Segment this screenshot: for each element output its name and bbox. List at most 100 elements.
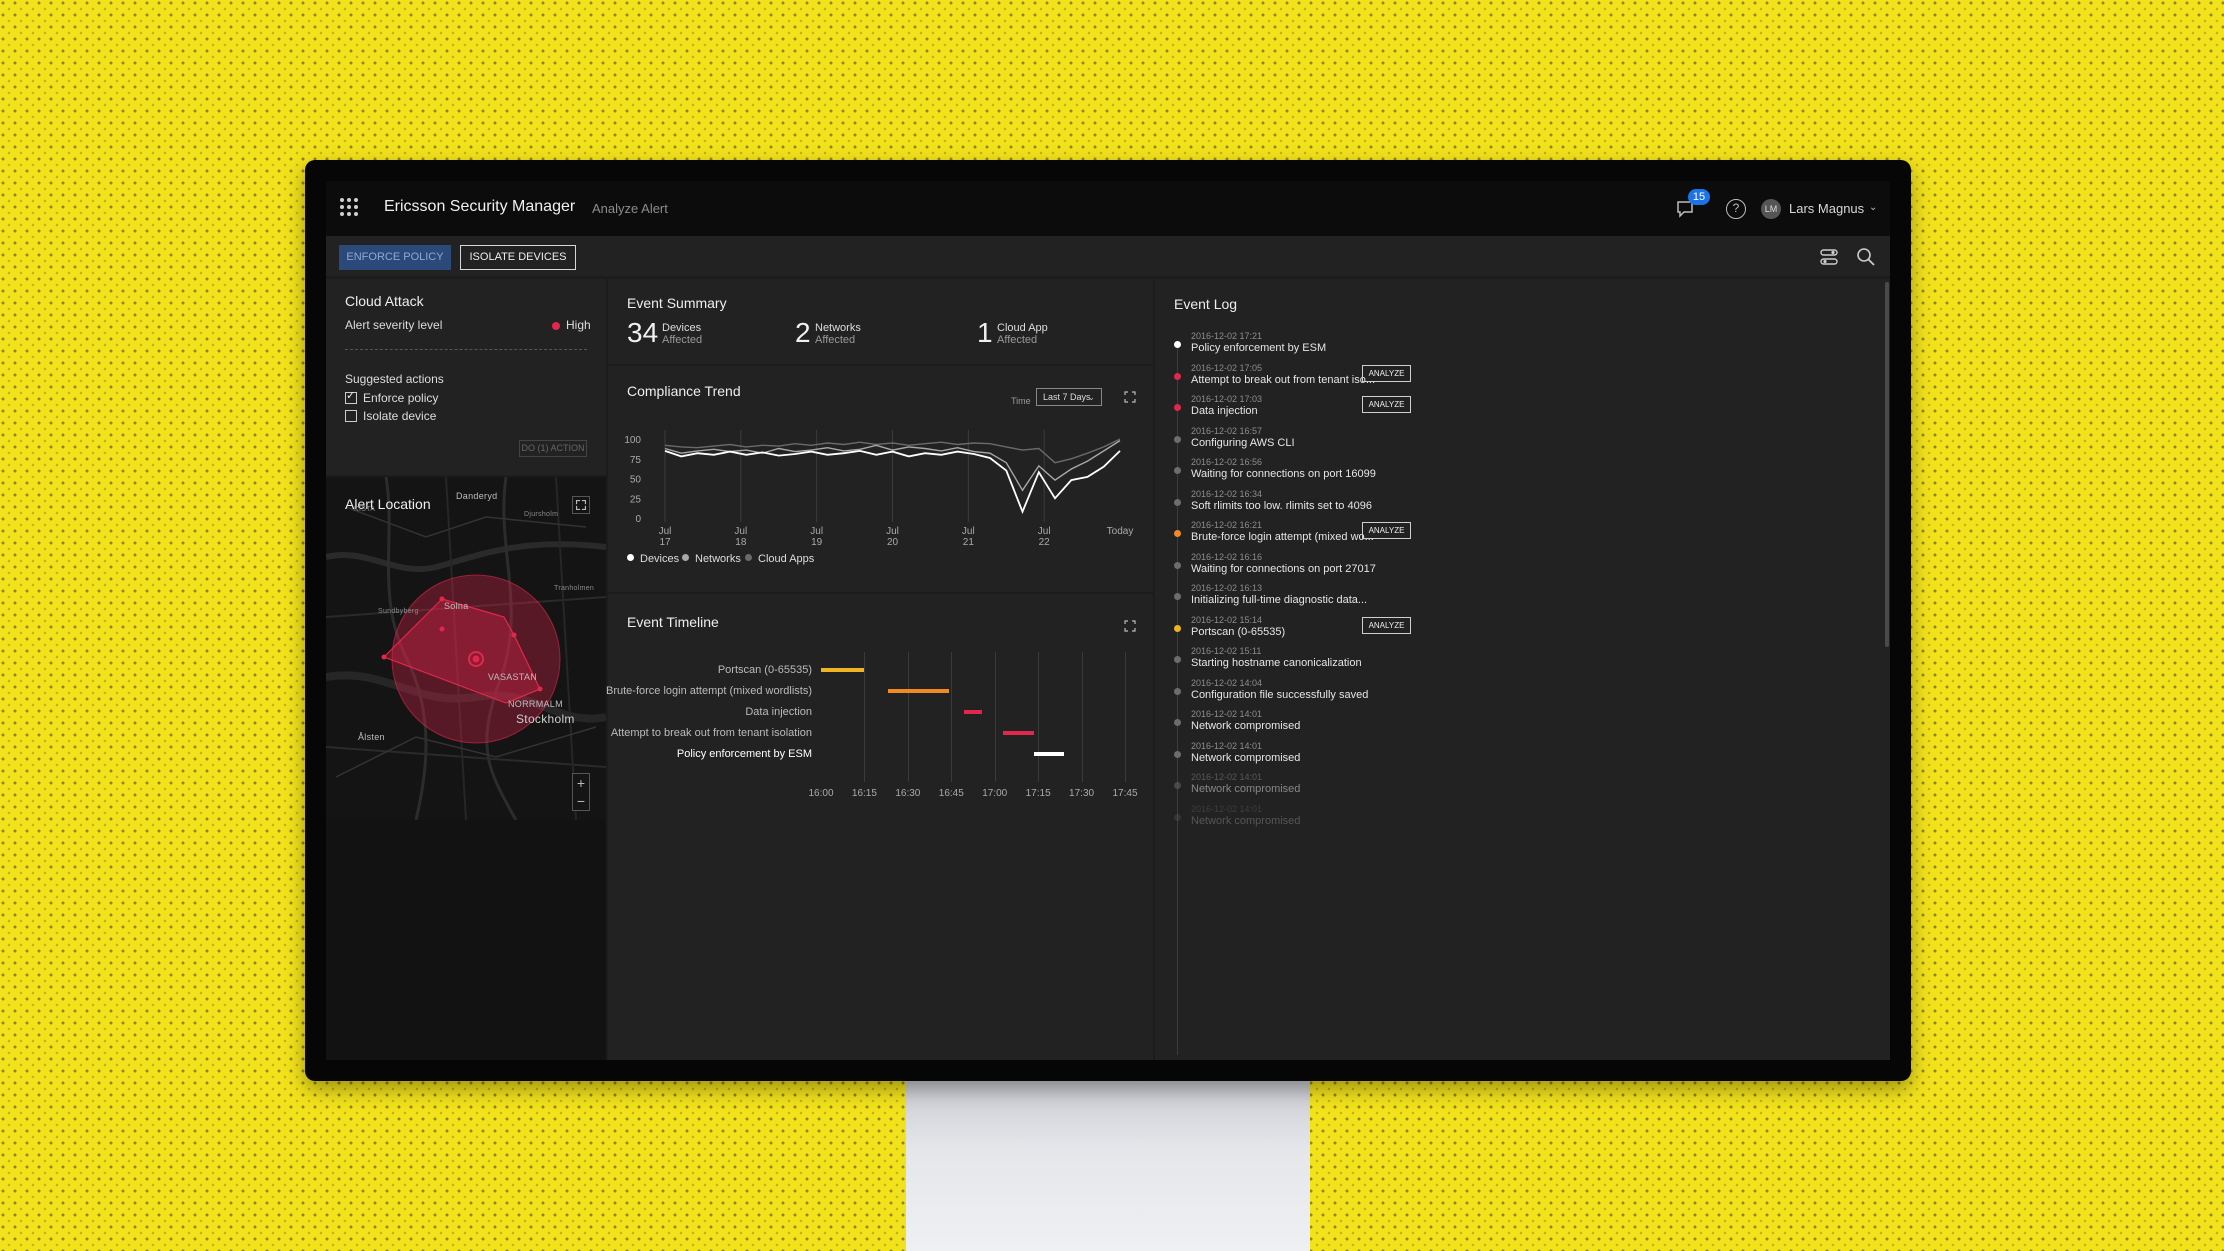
map-expand-icon[interactable]	[572, 496, 590, 514]
devices-label: Devices	[662, 322, 702, 334]
log-entry[interactable]: 2016-12-02 14:04 Configuration file succe…	[1155, 678, 1425, 710]
timeline-event-bar[interactable]	[1033, 752, 1065, 756]
isolate-devices-button[interactable]: ISOLATE DEVICES	[460, 245, 576, 270]
map-label-kista: KISTA	[354, 506, 376, 513]
action-bar: ENFORCE POLICY ISOLATE DEVICES	[326, 236, 1890, 276]
networks-count: 2	[795, 317, 811, 348]
filter-toggle-icon[interactable]	[1819, 248, 1839, 266]
enforce-policy-checkbox[interactable]	[345, 389, 357, 404]
timeline-event-label[interactable]: Data injection	[745, 706, 812, 718]
log-entry[interactable]: 2016-12-02 14:01 Network compromised	[1155, 709, 1425, 741]
isolate-device-label: Isolate device	[363, 409, 437, 423]
y-tick-label: 25	[630, 494, 642, 505]
legend-item[interactable]: Networks	[682, 553, 741, 565]
log-entry-message: Data injection	[1191, 405, 1258, 417]
log-entry-dot	[1174, 372, 1181, 380]
notification-badge: 15	[1688, 189, 1710, 205]
event-log-scrollbar[interactable]	[1885, 282, 1889, 647]
legend-dot	[627, 554, 634, 561]
log-entry[interactable]: 2016-12-02 14:01 Network compromised	[1155, 772, 1425, 804]
legend-item[interactable]: Cloud Apps	[745, 553, 814, 565]
timeline-event-bar[interactable]	[1003, 731, 1034, 735]
log-entry-dot	[1174, 593, 1181, 600]
timeline-event-label[interactable]: Policy enforcement by ESM	[677, 748, 812, 760]
y-tick-label: 75	[630, 455, 642, 466]
x-tick-label: Jul 19	[810, 526, 823, 548]
zoom-out-button[interactable]: −	[573, 792, 589, 810]
log-entry-timestamp: 2016-12-02 14:01	[1191, 803, 1263, 814]
log-entry[interactable]: 2016-12-02 17:05 Attempt to break out fro…	[1155, 363, 1425, 395]
legend-dot	[682, 554, 689, 561]
log-entry-dot	[1174, 561, 1181, 569]
log-entry-timestamp: 2016-12-02 16:13	[1191, 583, 1263, 593]
x-tick-label: Jul 17	[659, 526, 672, 548]
map-label-alsten: Ålsten	[358, 732, 385, 742]
log-entry[interactable]: 2016-12-02 16:16 Waiting for connections …	[1155, 552, 1425, 584]
timeline-event-label[interactable]: Attempt to break out from tenant isolati…	[611, 727, 812, 739]
log-entry[interactable]: 2016-12-02 16:21 Brute-force login attemp…	[1155, 520, 1425, 552]
log-entry-dot	[1174, 687, 1181, 695]
log-entry-timestamp: 2016-12-02 14:01	[1191, 740, 1263, 751]
map-label-djursholm: Djursholm	[524, 511, 559, 518]
log-entry[interactable]: 2016-12-02 16:56 Waiting for connections …	[1155, 457, 1425, 489]
timeline-event-label[interactable]: Portscan (0-65535)	[718, 664, 812, 676]
cloud-app-label: Cloud App	[997, 322, 1048, 334]
map-label-sundbyberg: Sundbyberg	[378, 608, 419, 615]
log-entry[interactable]: 2016-12-02 17:03 Data injection ANALYZE	[1155, 394, 1425, 426]
search-icon[interactable]	[1856, 247, 1876, 267]
log-entry[interactable]: 2016-12-02 15:14 Portscan (0-65535) ANALYZ…	[1155, 615, 1425, 647]
timeline-tick-label: 16:15	[851, 788, 877, 799]
log-entry-message: Network compromised	[1191, 751, 1301, 764]
log-entry-message: Network compromised	[1191, 814, 1301, 827]
timeline-event-bar[interactable]	[963, 710, 983, 714]
analyze-button[interactable]: ANALYZE	[1362, 396, 1411, 413]
x-tick-label: Jul 18	[734, 526, 747, 548]
log-entry-dot	[1174, 813, 1181, 821]
enforce-policy-button[interactable]: ENFORCE POLICY	[339, 245, 451, 270]
log-entry-timestamp: 2016-12-02 16:57	[1191, 425, 1263, 436]
log-entry[interactable]: 2016-12-02 16:13 Initializing full-time d…	[1155, 583, 1425, 615]
map-label-danderyd: Danderyd	[456, 491, 498, 501]
log-entry[interactable]: 2016-12-02 16:57 Configuring AWS CLI	[1155, 426, 1425, 458]
log-entry[interactable]: 2016-12-02 17:21 Policy enforcement by ES…	[1155, 331, 1425, 363]
alert-location-map[interactable]: Alert Location KISTA Danderyd Djursholm …	[326, 477, 606, 1060]
log-entry[interactable]: 2016-12-02 15:11 Starting hostname canoni…	[1155, 646, 1425, 678]
log-entry-message: Waiting for connections on port 27017	[1191, 562, 1376, 575]
log-entry-message: Soft rlimits too low. rlimits set to 409…	[1191, 499, 1372, 512]
timeline-event-bar[interactable]	[821, 668, 864, 672]
avatar[interactable]: LM	[1761, 199, 1781, 219]
log-entry-timestamp: 2016-12-02 16:34	[1191, 488, 1263, 499]
devices-sub: Affected	[662, 334, 703, 346]
log-entry-message: Configuration file successfully saved	[1191, 688, 1369, 701]
timeline-event-bar[interactable]	[887, 689, 949, 693]
timeline-tick-label: 17:00	[982, 788, 1008, 799]
log-entry-dot	[1174, 530, 1181, 537]
analyze-button[interactable]: ANALYZE	[1362, 616, 1411, 634]
log-entry-message: Portscan (0-65535)	[1191, 625, 1286, 638]
timeline-expand-icon[interactable]	[1124, 620, 1136, 632]
timeline-tick-label: 17:45	[1112, 788, 1138, 799]
log-entry[interactable]: 2016-12-02 16:34 Soft rlimits too low. rl…	[1155, 489, 1425, 521]
y-tick-label: 100	[624, 435, 641, 446]
log-entry[interactable]: 2016-12-02 14:01 Network compromised	[1155, 741, 1425, 773]
log-entry[interactable]: 2016-12-02 14:01 Network compromised	[1155, 804, 1425, 836]
devices-count: 34	[627, 317, 659, 348]
log-entry-timestamp: 2016-12-02 16:21	[1191, 520, 1263, 530]
timeline-event-label[interactable]: Brute-force login attempt (mixed wordlis…	[606, 685, 812, 697]
help-icon[interactable]: ?	[1726, 199, 1746, 219]
compliance-trend-panel: Compliance Trend Time Last 7 Days ⌄ Jul 1…	[608, 366, 1153, 592]
event-timeline-panel: Event Timeline 16:00 16:15 16:30 16:45 17:00…	[606, 594, 1153, 1060]
y-tick-label: 0	[635, 514, 641, 525]
cloud-attack-title: Cloud Attack	[345, 293, 424, 309]
user-name[interactable]: Lars Magnus	[1789, 201, 1864, 216]
analyze-button[interactable]: ANALYZE	[1362, 364, 1411, 382]
analyze-button[interactable]: ANALYZE	[1362, 522, 1411, 539]
do-action-button[interactable]: DO (1) ACTION	[519, 440, 587, 457]
legend-item[interactable]: Devices	[627, 553, 679, 565]
timeline-grid-line	[1038, 652, 1040, 782]
log-entry-dot	[1174, 467, 1181, 474]
app-launcher-icon[interactable]	[340, 198, 358, 216]
isolate-device-checkbox[interactable]	[345, 410, 357, 422]
zoom-in-button[interactable]: +	[573, 774, 589, 792]
chevron-down-icon[interactable]: ⌄	[1869, 202, 1877, 213]
